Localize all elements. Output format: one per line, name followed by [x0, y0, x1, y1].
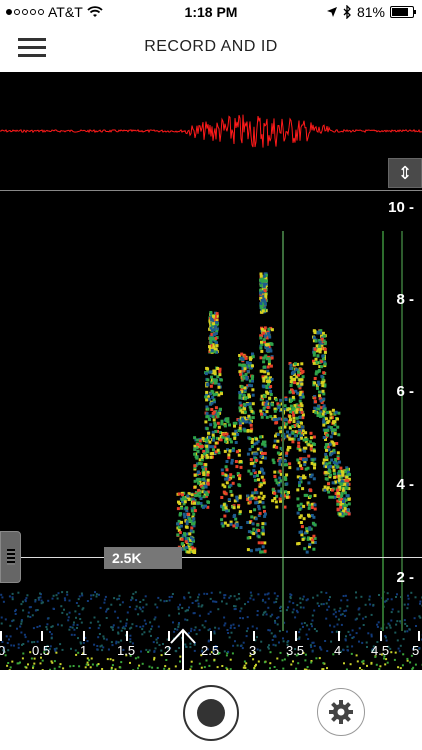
waveform-trace [0, 114, 422, 148]
time-label-1: 1 [80, 643, 88, 658]
time-tick [295, 631, 297, 641]
time-label-1-5: 1.5 [117, 643, 136, 658]
time-label-0: 0 [0, 643, 6, 658]
time-tick [418, 631, 420, 641]
gear-icon [329, 700, 353, 724]
spectrogram-panel: 10 - 8 - 6 - 4 - 2 - 2.5K 0 0.5 1 1.5 2 … [0, 191, 422, 670]
frequency-marker-label: 2.5K [104, 547, 182, 569]
time-tick [0, 631, 2, 641]
status-right: 81% [326, 4, 416, 20]
bottom-toolbar [0, 670, 422, 750]
battery-icon [390, 6, 416, 18]
status-bar: AT&T 1:18 PM 81% [0, 0, 422, 24]
freq-label-6: 6 - [396, 383, 414, 400]
settings-button[interactable] [317, 688, 365, 736]
time-tick [41, 631, 43, 641]
freq-label-10: 10 - [388, 199, 414, 216]
time-tick [83, 631, 85, 641]
time-tick [210, 631, 212, 641]
record-button[interactable] [183, 685, 239, 741]
time-label-3-5: 3.5 [286, 643, 305, 658]
frequency-drag-handle[interactable] [0, 531, 21, 583]
record-icon [197, 699, 225, 727]
page-title: RECORD AND ID [144, 38, 278, 55]
time-tick [253, 631, 255, 641]
freq-label-8: 8 - [396, 291, 414, 308]
location-arrow-icon [326, 7, 337, 17]
time-tick [126, 631, 128, 641]
time-label-4: 4 [334, 643, 342, 658]
spectrogram-image [0, 231, 422, 670]
waveform-panel [0, 72, 422, 190]
nav-bar: RECORD AND ID [0, 24, 422, 72]
time-label-3: 3 [249, 643, 257, 658]
time-label-0-5: 0.5 [32, 643, 51, 658]
bluetooth-icon [343, 5, 351, 19]
time-tick [380, 631, 382, 641]
time-tick [338, 631, 340, 641]
frequency-marker-line [20, 557, 422, 558]
freq-label-2: 2 - [396, 569, 414, 586]
time-label-4-5: 4.5 [371, 643, 390, 658]
time-label-2-5: 2.5 [201, 643, 220, 658]
playhead-arrow-icon[interactable] [168, 627, 198, 671]
freq-label-4: 4 - [396, 476, 414, 493]
time-label-5: 5 [412, 643, 420, 658]
battery-percent: 81% [356, 4, 385, 20]
resize-panel-icon[interactable]: ⇕ [388, 158, 422, 188]
